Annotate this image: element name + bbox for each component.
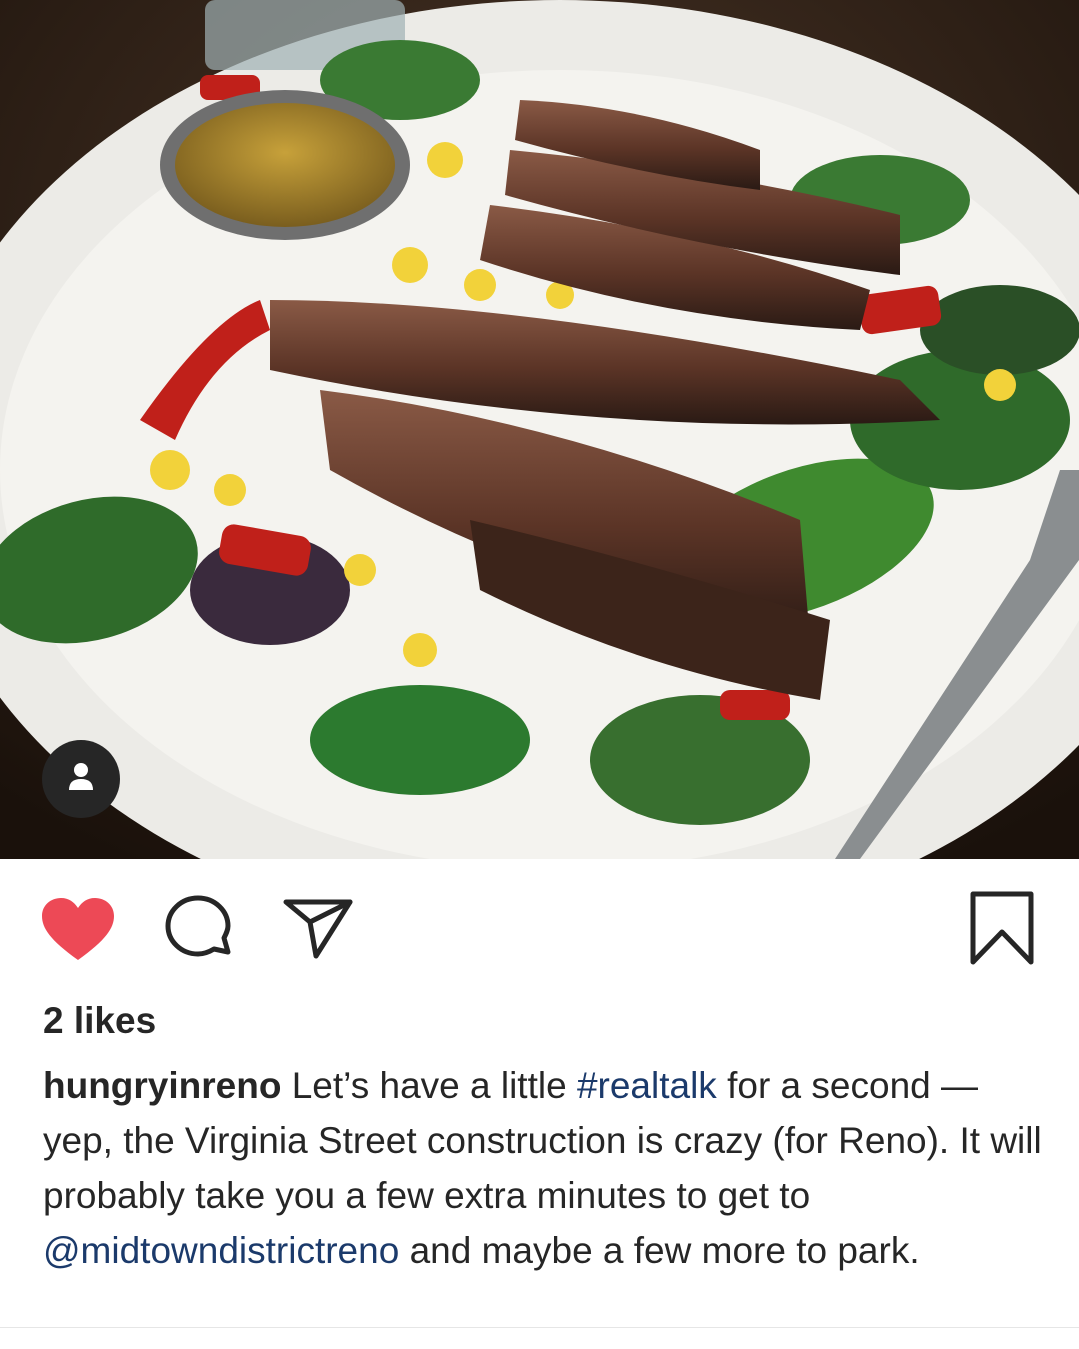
paper-plane-icon: [283, 899, 353, 959]
heart-icon: [42, 898, 114, 960]
bookmark-icon: [970, 891, 1034, 965]
save-button[interactable]: [968, 890, 1036, 966]
hashtag-link[interactable]: #realtalk: [577, 1065, 717, 1106]
comment-button[interactable]: [162, 894, 234, 966]
tagged-people-button[interactable]: [42, 740, 120, 818]
post-action-bar: [0, 880, 1079, 970]
likes-count[interactable]: 2 likes: [43, 1000, 156, 1042]
like-button[interactable]: [40, 896, 116, 964]
divider: [0, 1327, 1079, 1328]
post-caption: hungryinreno Let’s have a little #realta…: [43, 1058, 1043, 1278]
comment-icon: [165, 895, 231, 957]
caption-text: and maybe a few more to park.: [399, 1230, 920, 1271]
share-button[interactable]: [282, 896, 354, 960]
post-image[interactable]: [0, 0, 1079, 859]
food-illustration: [0, 0, 1079, 859]
mention-link[interactable]: @midtowndistrictreno: [43, 1230, 399, 1271]
person-icon: [69, 763, 93, 790]
caption-username[interactable]: hungryinreno: [43, 1065, 281, 1106]
caption-text: Let’s have a little: [281, 1065, 577, 1106]
